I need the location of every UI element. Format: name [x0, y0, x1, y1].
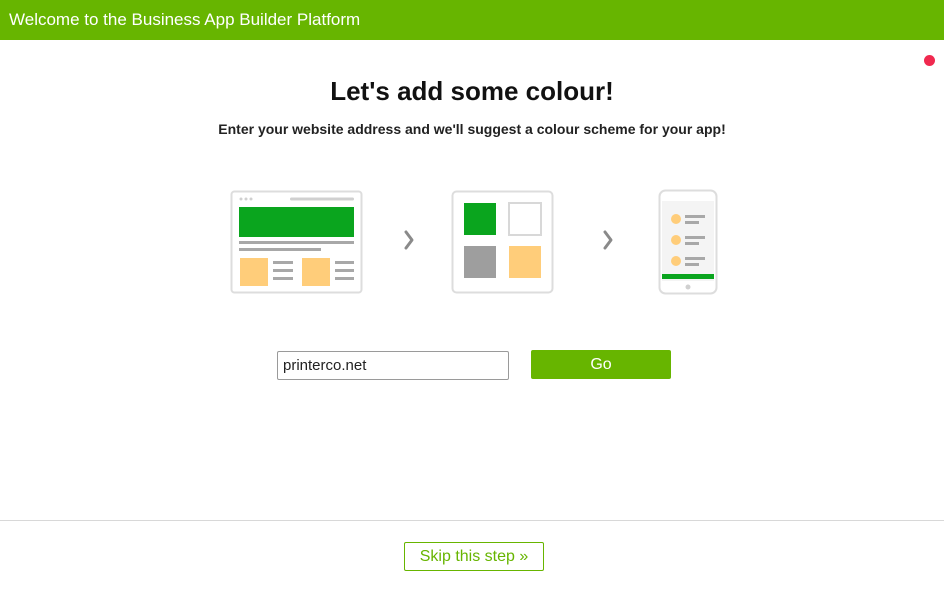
app-title: Welcome to the Business App Builder Plat…: [9, 10, 361, 29]
page-subtitle: Enter your website address and we'll sug…: [218, 121, 726, 137]
chevron-right-icon: [404, 230, 414, 250]
go-button[interactable]: Go: [531, 350, 671, 379]
chevron-right-icon: [603, 230, 613, 250]
skip-step-button[interactable]: Skip this step »: [404, 542, 544, 571]
website-url-input[interactable]: [277, 351, 509, 380]
colour-palette-icon: [451, 190, 554, 294]
top-bar: Welcome to the Business App Builder Plat…: [0, 0, 944, 40]
notification-dot-icon[interactable]: [924, 55, 935, 66]
page-title: Let's add some colour!: [330, 76, 614, 106]
footer-divider: [0, 520, 944, 521]
website-mockup-icon: [230, 190, 363, 294]
colour-suggestion-illustration: [230, 189, 718, 295]
phone-app-icon: [658, 189, 718, 295]
